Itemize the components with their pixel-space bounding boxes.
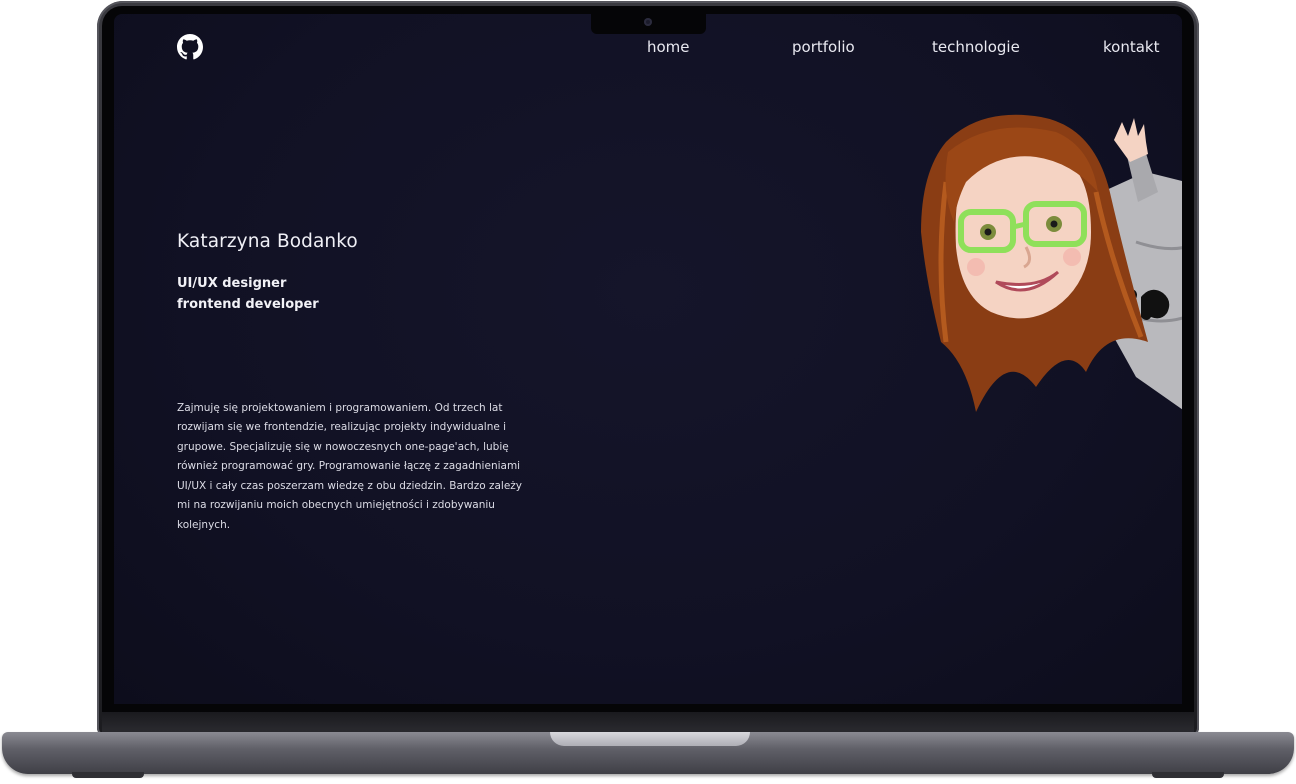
hero-name: Katarzyna Bodanko [177,231,358,252]
laptop-foot-left [72,772,144,778]
screen-chin [102,712,1194,734]
nav-portfolio[interactable]: portfolio [792,38,855,56]
hero-bio: Zajmuję się projektowaniem i programowan… [177,401,523,531]
laptop-base [2,732,1294,778]
laptop-foot-right [1152,772,1224,778]
hero-roles: UI/UX designer frontend developer [177,273,319,315]
avatar-illustration [921,114,1182,413]
nav-kontakt[interactable]: kontakt [1103,38,1159,56]
website-screen: home portfolio technologie kontakt Katar… [114,14,1182,704]
trackpad-notch [550,732,750,746]
role-frontend: frontend developer [177,297,319,312]
role-uiux: UI/UX designer [177,276,287,291]
camera-icon [644,18,652,26]
main-nav: home portfolio technologie kontakt [114,38,1182,62]
nav-technologie[interactable]: technologie [932,38,1020,56]
camera-notch [591,14,706,34]
nav-home[interactable]: home [647,38,690,56]
